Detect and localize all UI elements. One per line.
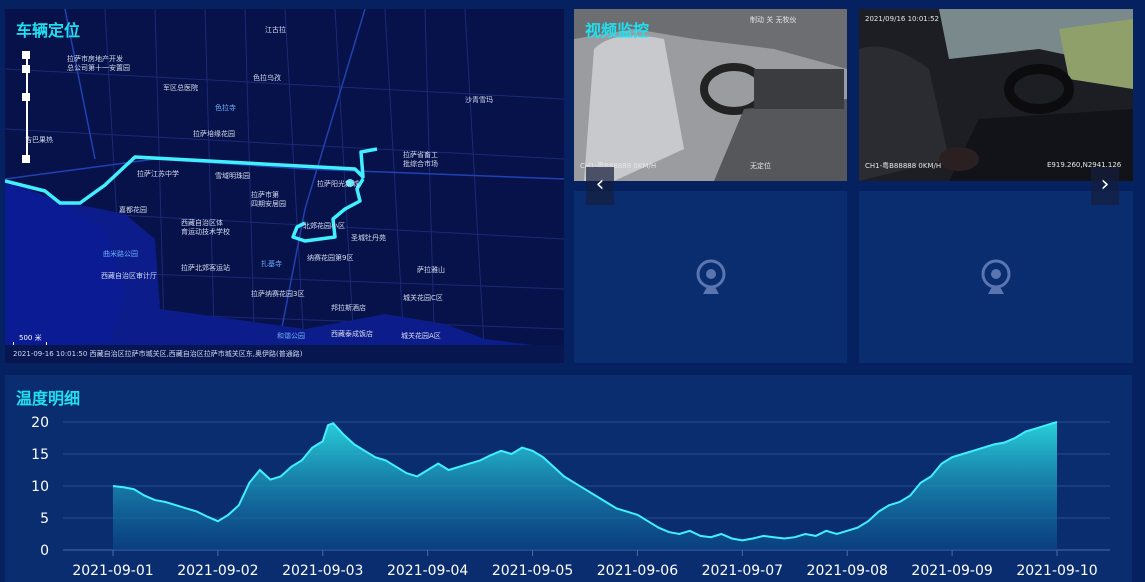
next-camera-button[interactable]: ›	[1091, 167, 1119, 205]
temperature-chart[interactable]: 0 5 10 15 20 2021-09-01 2021-09-02 2021-09-03 2…	[5, 375, 1132, 582]
camera-feed-2[interactable]: 2021/09/16 10:01:52 CH1-粤B88888 0KM/H E9…	[859, 9, 1133, 181]
map-label: 拉萨市房地产开发 总公司第十一安置园	[67, 55, 130, 72]
camera-2-timestamp: 2021/09/16 10:01:52	[865, 15, 940, 23]
prev-camera-button[interactable]: ‹	[586, 167, 614, 205]
camera-slot-3[interactable]	[574, 191, 847, 363]
map-label: 和谐公园	[277, 332, 305, 340]
map-label: 萨拉雅山	[417, 266, 445, 274]
y-tick-label: 20	[31, 415, 49, 431]
webcam-icon	[696, 259, 725, 294]
map-label: 城关花园C区	[403, 294, 443, 302]
map-label: 扎基寺	[261, 260, 282, 268]
camera-2-speed-text: CH1-粤B88888 0KM/H	[865, 162, 942, 170]
map-label: 拉萨纳赛花园3区	[251, 290, 305, 298]
x-tick-label: 2021-09-04	[387, 563, 468, 579]
map-label: 嘉都花园	[119, 206, 147, 214]
map-location-footer: 2021-09-16 10:01:50 西藏自治区拉萨市城关区,西藏自治区拉萨市…	[5, 345, 564, 363]
map-label: 纳赛花园第9区	[307, 254, 354, 262]
map-label: 城关花园A区	[401, 332, 441, 340]
map-label: 西藏自治区体 育运动技术学校	[181, 219, 230, 236]
map-label: 西藏泰成饭店	[331, 330, 373, 338]
map-label: 军区总医院	[163, 84, 198, 92]
y-tick-label: 15	[31, 447, 49, 463]
vehicle-location-title: 车辆定位	[16, 21, 81, 40]
x-tick-label: 2021-09-10	[1016, 563, 1097, 579]
map-label: 色拉寺	[215, 104, 236, 112]
map-label: 拉萨阳光新城	[317, 180, 359, 188]
map-label: 圣城牡丹苑	[351, 234, 386, 242]
map-label: 拉萨北郊客运站	[181, 264, 230, 272]
camera-2-image	[859, 9, 1133, 181]
zoom-handle[interactable]	[22, 93, 30, 101]
camera-1-location-text: 无定位	[750, 162, 771, 170]
y-tick-label: 5	[40, 511, 49, 527]
map-label: 江古拉	[265, 26, 286, 34]
temperature-detail-panel: 温度明细 0 5 10 15 20 2021-09-01 2021-09-02 2021-0…	[5, 375, 1132, 582]
x-tick-label: 2021-09-09	[911, 563, 992, 579]
zoom-out-button[interactable]	[22, 155, 30, 163]
x-tick-label: 2021-09-07	[702, 563, 783, 579]
temperature-detail-title: 温度明细	[16, 389, 81, 408]
zoom-in-button[interactable]	[22, 51, 30, 59]
video-monitor-panel: 制动 关 无牧伙 CH1-粤B88888 0KM/H 无定位 2021/09/1…	[574, 9, 1135, 363]
webcam-icon	[981, 259, 1011, 294]
x-tick-label: 2021-09-06	[597, 563, 678, 579]
camera-1-top-text: 制动 关 无牧伙	[750, 16, 797, 24]
map-label: 北郊花园小区	[303, 222, 345, 230]
x-tick-label: 2021-09-02	[177, 563, 258, 579]
zoom-step[interactable]	[22, 65, 30, 73]
x-tick-label: 2021-09-03	[282, 563, 363, 579]
map-label: 曲米路公园	[103, 250, 138, 258]
map-label: 沙青雪玛	[465, 96, 493, 104]
y-tick-label: 0	[40, 543, 49, 559]
y-tick-label: 10	[31, 479, 49, 495]
map-label: 邦拉斯酒店	[331, 304, 366, 312]
x-tick-label: 2021-09-01	[72, 563, 153, 579]
camera-slot-4[interactable]	[859, 191, 1133, 363]
map-label: 西藏自治区审计厅	[101, 272, 157, 280]
vehicle-location-panel: 车辆定位 江古拉 拉萨市房地产开发 总公司第十一安置园 色拉乌孜 军区总医院 色…	[5, 9, 564, 363]
map-label: 拉萨培缘花园	[193, 130, 235, 138]
x-tick-label: 2021-09-08	[807, 563, 888, 579]
map-label: 吉巴果热	[25, 136, 53, 144]
map-label: 色拉乌孜	[253, 74, 281, 82]
map-label: 拉萨省畜工 批综合市场	[403, 151, 438, 168]
x-tick-label: 2021-09-05	[492, 563, 573, 579]
map-label: 拉萨市第 四期安居园	[251, 191, 286, 208]
map-label: 雪域明珠园	[215, 172, 250, 180]
video-monitor-title: 视频监控	[585, 21, 650, 40]
map-label: 拉萨江苏中学	[137, 170, 179, 178]
